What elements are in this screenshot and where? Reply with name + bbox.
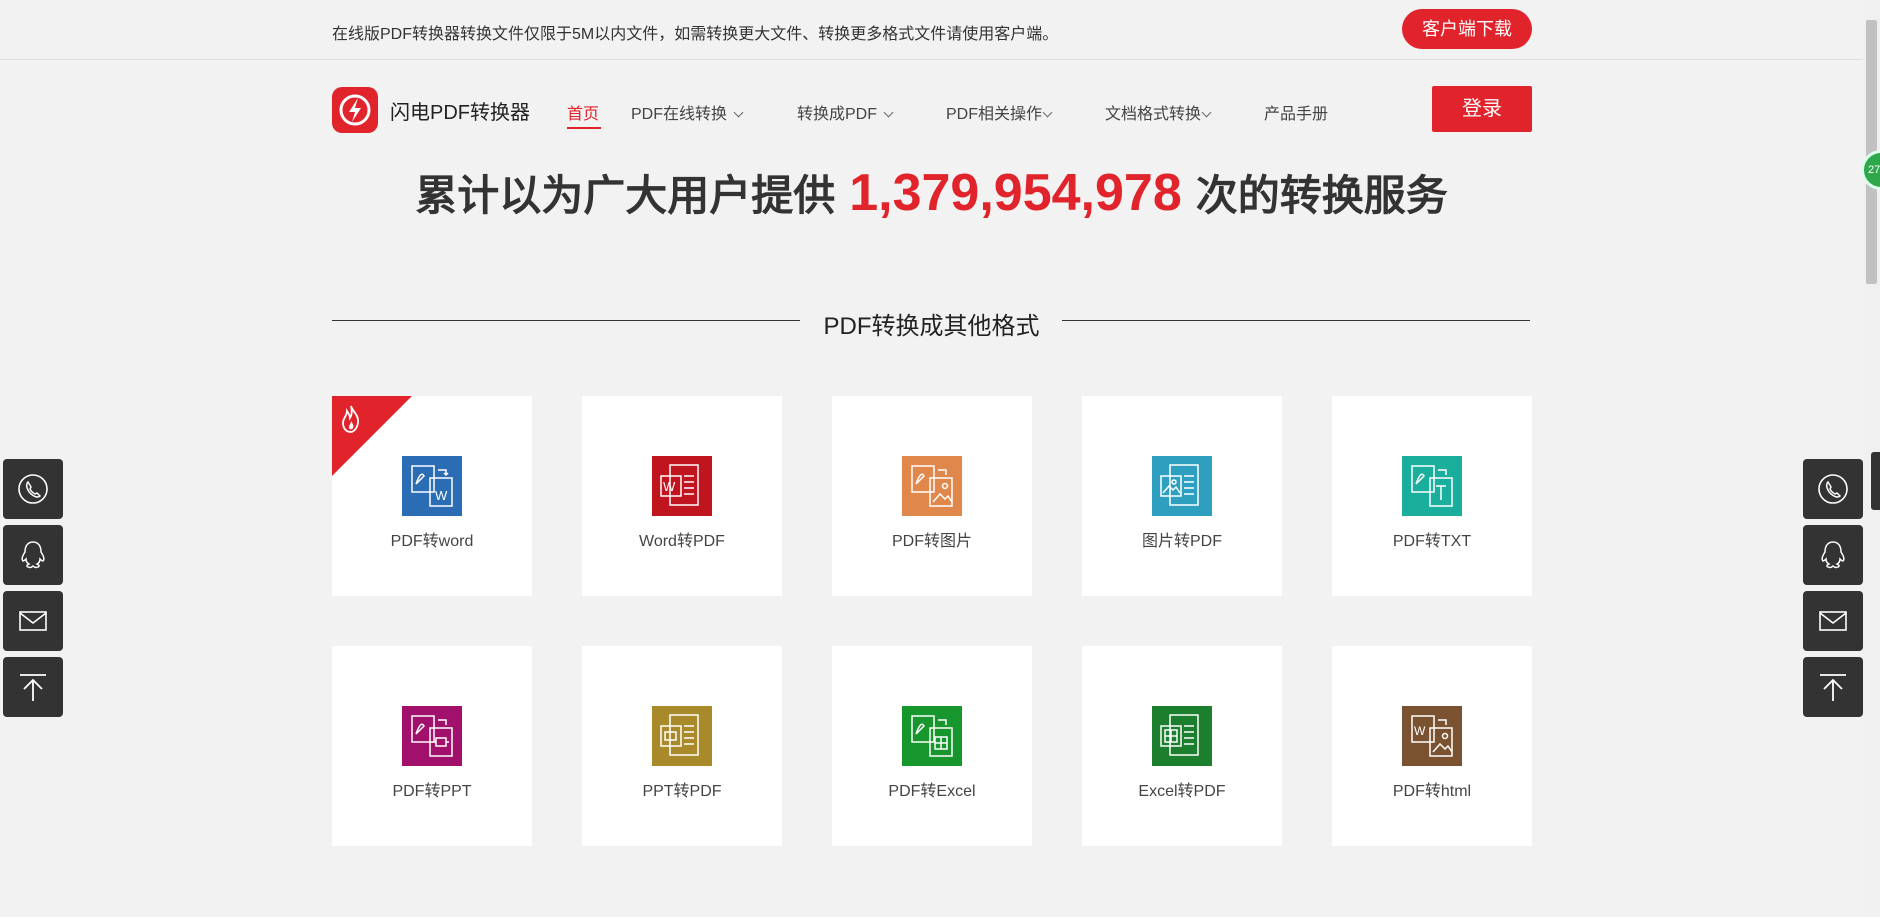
svg-text:W: W [663, 479, 676, 494]
side-edge-tab[interactable] [1871, 452, 1880, 510]
logo-icon[interactable] [332, 87, 378, 133]
client-download-button[interactable]: 客户端下载 [1402, 9, 1532, 49]
chevron-down-icon [1042, 107, 1053, 118]
nav-doc-format-convert-label: 文档格式转换 [1105, 106, 1202, 123]
ppt-to-pdf-icon [652, 706, 712, 766]
tool-label: Excel转PDF [1138, 783, 1226, 800]
notice-text: 在线版PDF转换器转换文件仅限于5M以内文件，如需转换更大文件、转换更多格式文件… [332, 26, 1059, 43]
chevron-down-icon [1201, 107, 1212, 118]
left-qq-button[interactable] [3, 525, 63, 585]
right-mail-button[interactable] [1803, 591, 1863, 651]
pdf-to-excel-icon [902, 706, 962, 766]
tool-card-ppt-to-pdf[interactable]: PPT转PDF [582, 646, 782, 846]
nav-product-manual[interactable]: 产品手册 [1264, 100, 1328, 124]
pdf-to-txt-icon [1402, 456, 1462, 516]
login-button[interactable]: 登录 [1432, 86, 1532, 132]
tool-label: PDF转html [1392, 783, 1472, 800]
tool-card-image-to-pdf[interactable]: 图片转PDF [1082, 396, 1282, 596]
image-to-pdf-icon [1152, 456, 1212, 516]
tool-card-word-to-pdf[interactable]: W Word转PDF [582, 396, 782, 596]
qq-icon [1821, 541, 1845, 569]
svg-text:W: W [435, 488, 448, 503]
tool-label: PDF转Excel [888, 783, 976, 800]
tool-label: PDF转word [390, 533, 474, 550]
tool-label: PDF转TXT [1392, 533, 1472, 550]
tool-label: PDF转PPT [392, 783, 472, 800]
nav-active-underline [567, 127, 601, 129]
stats-prefix: 累计以为广大用户提供 [415, 172, 836, 219]
stats-suffix: 次的转换服务 [1195, 172, 1448, 219]
section-divider-right [1062, 320, 1530, 321]
tool-card-pdf-to-txt[interactable]: PDF转TXT [1332, 396, 1532, 596]
tool-label: Word转PDF [639, 533, 725, 550]
nav-convert-to-pdf[interactable]: 转换成PDF [797, 100, 894, 124]
back-to-top-icon [1820, 674, 1846, 701]
phone-icon [18, 474, 48, 504]
tool-card-pdf-to-image[interactable]: PDF转图片 [832, 396, 1032, 596]
logo-text[interactable]: 闪电PDF转换器 [390, 96, 530, 125]
nav-pdf-operations[interactable]: PDF相关操作 [946, 100, 1053, 124]
flame-icon [342, 405, 359, 433]
word-to-pdf-icon: W [652, 456, 712, 516]
left-back-to-top-button[interactable] [3, 657, 63, 717]
notice-bar: 在线版PDF转换器转换文件仅限于5M以内文件，如需转换更大文件、转换更多格式文件… [0, 0, 1863, 60]
right-phone-button[interactable] [1803, 459, 1863, 519]
tool-label: PPT转PDF [642, 783, 722, 800]
left-phone-button[interactable] [3, 459, 63, 519]
stats-count: 1,379,954,978 [849, 164, 1182, 222]
section-title: PDF转换成其他格式 [823, 313, 1040, 340]
qq-icon [21, 541, 45, 569]
tool-card-pdf-to-html[interactable]: W PDF转html [1332, 646, 1532, 846]
nav-doc-format-convert[interactable]: 文档格式转换 [1105, 100, 1212, 124]
chevron-down-icon [883, 107, 894, 118]
svg-text:W: W [1414, 724, 1426, 738]
mail-icon [19, 611, 47, 631]
back-to-top-icon [20, 674, 46, 701]
pdf-to-word-icon: W [402, 456, 462, 516]
mail-icon [1819, 611, 1847, 631]
excel-to-pdf-icon [1152, 706, 1212, 766]
right-back-to-top-button[interactable] [1803, 657, 1863, 717]
tool-card-pdf-to-excel[interactable]: PDF转Excel [832, 646, 1032, 846]
right-qq-button[interactable] [1803, 525, 1863, 585]
nav-convert-to-pdf-label: 转换成PDF [797, 106, 878, 123]
nav-product-manual-label: 产品手册 [1264, 106, 1329, 123]
pdf-to-html-icon: W [1402, 706, 1462, 766]
tool-card-pdf-to-word[interactable]: W PDF转word [332, 396, 532, 596]
left-mail-button[interactable] [3, 591, 63, 651]
nav-pdf-operations-label: PDF相关操作 [946, 106, 1043, 123]
nav-home[interactable]: 首页 [567, 100, 599, 124]
tool-label: 图片转PDF [1141, 533, 1222, 550]
pdf-to-image-icon [902, 456, 962, 516]
phone-icon [1818, 474, 1848, 504]
tool-card-excel-to-pdf[interactable]: Excel转PDF [1082, 646, 1282, 846]
tool-card-pdf-to-ppt[interactable]: PDF转PPT [332, 646, 532, 846]
pdf-to-ppt-icon [402, 706, 462, 766]
nav-pdf-online-convert[interactable]: PDF在线转换 [631, 100, 744, 124]
nav-home-label: 首页 [567, 106, 600, 123]
nav-pdf-online-convert-label: PDF在线转换 [631, 106, 728, 123]
chevron-down-icon [733, 107, 744, 118]
conversion-stats: 累计以为广大用户提供 1,379,954,978 次的转换服务 [0, 162, 1863, 223]
tool-label: PDF转图片 [891, 533, 972, 550]
